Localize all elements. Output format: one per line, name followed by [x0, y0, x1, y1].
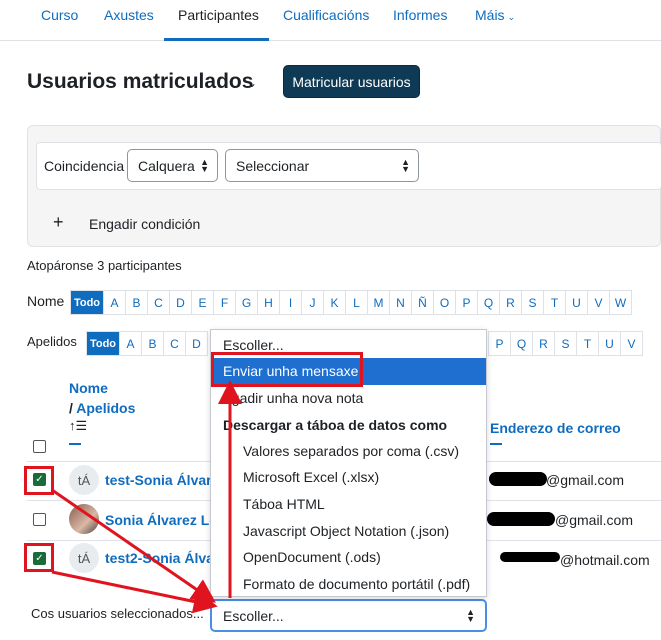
annotation-arrow: [51, 570, 218, 614]
annotation-arrows: [51, 380, 242, 614]
annotation-arrow: [51, 488, 216, 603]
